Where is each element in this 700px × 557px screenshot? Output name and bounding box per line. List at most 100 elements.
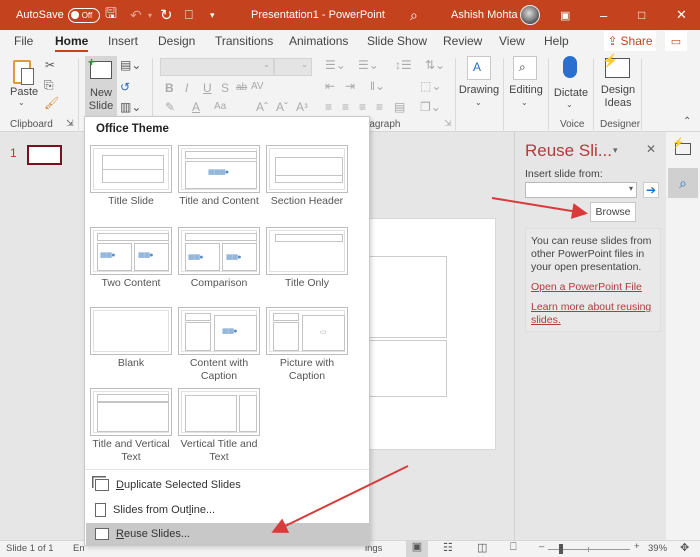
editing-button[interactable]: Editing	[505, 84, 547, 97]
paste-dropdown-icon[interactable]: ⌄	[18, 98, 25, 107]
shadow-button[interactable]: S	[221, 81, 229, 95]
zoom-slider[interactable]	[548, 544, 630, 554]
autosave-toggle[interactable]: AutoSave Off	[16, 0, 100, 30]
highlight-icon[interactable]: ✎	[165, 100, 175, 114]
undo-icon[interactable]: ↶	[130, 0, 142, 30]
design-ideas-icon[interactable]: ⚡	[602, 53, 630, 78]
layout-title-and-vertical-text[interactable]: Title and Vertical Text	[90, 388, 172, 464]
zoom-in-button[interactable]: +	[634, 541, 640, 552]
redo-icon[interactable]: ↻	[160, 0, 173, 30]
italic-button[interactable]: I	[185, 81, 188, 95]
underline-button[interactable]: U	[203, 81, 212, 95]
bullets-icon[interactable]: ☰⌄	[325, 58, 346, 72]
avatar[interactable]	[520, 0, 540, 30]
slide-canvas[interactable]: e	[348, 218, 496, 450]
maximize-icon[interactable]: □	[638, 0, 645, 30]
layout-section-header[interactable]: Section Header	[266, 145, 348, 208]
shrink-font-icon[interactable]: Aˇ	[276, 100, 288, 114]
paste-button[interactable]	[10, 58, 38, 86]
learn-more-link[interactable]: Learn more about reusing slides.	[531, 301, 655, 327]
layout-two-content[interactable]: ▦▦● ▦▦● Two Content	[90, 227, 172, 290]
insert-slide-from-input[interactable]: ▾	[525, 182, 637, 198]
bold-button[interactable]: B	[165, 81, 174, 95]
go-arrow-button[interactable]: ➔	[643, 182, 659, 198]
change-case-button[interactable]: Aa	[214, 101, 226, 112]
decrease-indent-icon[interactable]: ⇤	[325, 79, 335, 93]
align-left-icon[interactable]: ≡	[325, 100, 332, 114]
copy-icon[interactable]: ⎘	[44, 78, 54, 93]
minimize-icon[interactable]: –	[600, 0, 607, 30]
reading-view-icon[interactable]: ◫	[477, 541, 487, 554]
line-spacing-icon[interactable]: ↕☰	[395, 58, 412, 72]
font-color-icon[interactable]: A	[192, 100, 200, 114]
tab-help[interactable]: Help	[544, 34, 569, 48]
layout-content-with-caption[interactable]: ▦▦● Content with Caption	[178, 307, 260, 383]
search-icon[interactable]: ⌕	[410, 0, 418, 30]
user-name[interactable]: Ashish Mohta	[451, 0, 518, 30]
tab-animations[interactable]: Animations	[289, 34, 348, 48]
reset-icon[interactable]: ↺	[120, 80, 130, 94]
close-icon[interactable]: ✕	[676, 0, 687, 30]
text-direction-icon[interactable]: ⇅⌄	[425, 58, 445, 72]
duplicate-selected-slides-item[interactable]: Duplicate Selected Slides	[86, 474, 370, 496]
justify-icon[interactable]: ≡	[376, 100, 383, 114]
design-ideas-pane-button[interactable]: ⚡	[670, 136, 696, 162]
layout-title-slide[interactable]: Title Slide	[90, 145, 172, 208]
tab-slide-show[interactable]: Slide Show	[367, 34, 427, 48]
grow-font-icon[interactable]: Aˆ	[256, 100, 268, 114]
fit-to-window-icon[interactable]: ✥	[680, 541, 689, 554]
reuse-slides-item[interactable]: Reuse Slides...	[86, 523, 370, 545]
undo-dropdown-icon[interactable]: ▾	[148, 0, 152, 30]
center-icon[interactable]: ≡	[342, 100, 349, 114]
open-powerpoint-file-link[interactable]: Open a PowerPoint File	[531, 281, 655, 294]
character-spacing-button[interactable]: AV	[251, 81, 264, 92]
tab-design[interactable]: Design	[158, 34, 195, 48]
close-pane-icon[interactable]: ✕	[646, 142, 656, 156]
save-icon[interactable]: 🖫	[105, 0, 117, 30]
drawing-dropdown-icon[interactable]: ⌄	[475, 98, 482, 107]
dictate-button[interactable]: Dictate	[550, 87, 592, 100]
ribbon-display-icon[interactable]: ▣	[560, 0, 570, 30]
tab-file[interactable]: File	[14, 34, 33, 48]
tab-insert[interactable]: Insert	[108, 34, 138, 48]
zoom-out-button[interactable]: –	[539, 541, 544, 552]
layout-comparison[interactable]: ▦▦● ▦▦● Comparison	[178, 227, 260, 290]
increase-indent-icon[interactable]: ⇥	[345, 79, 355, 93]
strikethrough-button[interactable]: ab	[236, 82, 247, 93]
share-button[interactable]: ⇪ Share	[604, 31, 656, 51]
zoom-slider-thumb[interactable]	[559, 544, 564, 554]
collapse-ribbon-icon[interactable]: ⌃	[683, 116, 691, 127]
new-slide-button[interactable]: + New Slide ⌄	[85, 56, 117, 125]
tab-transitions[interactable]: Transitions	[215, 34, 273, 48]
language-indicator[interactable]: En	[73, 543, 85, 554]
comments-button[interactable]: ▭	[665, 31, 687, 51]
tab-home[interactable]: Home	[55, 34, 89, 52]
smartart-icon[interactable]: ❐⌄	[420, 100, 441, 114]
autosave-switch[interactable]: Off	[67, 7, 100, 23]
tab-review[interactable]: Review	[443, 34, 482, 48]
layout-title-only[interactable]: Title Only	[266, 227, 348, 290]
layout-icon[interactable]: ▤⌄	[120, 58, 141, 72]
layout-title-and-content[interactable]: ▦▦▦● Title and Content	[178, 145, 260, 208]
drawing-icon[interactable]: A	[467, 56, 491, 80]
reuse-slides-pane-button[interactable]: ⌕	[668, 168, 698, 198]
slide-thumbnail[interactable]	[27, 145, 62, 165]
section-icon[interactable]: ▥⌄	[120, 100, 141, 114]
columns-icon[interactable]: ‖⌄	[370, 79, 385, 93]
present-icon[interactable]: ⎕	[185, 0, 193, 30]
layout-blank[interactable]: Blank	[90, 307, 172, 370]
design-ideas-label-1[interactable]: Design	[598, 84, 638, 97]
format-painter-icon[interactable]: 🖌	[44, 96, 59, 110]
align-text-icon[interactable]: ⬚⌄	[420, 79, 441, 93]
slideshow-view-icon[interactable]: ⎕	[510, 541, 517, 554]
design-ideas-label-2[interactable]: Ideas	[598, 97, 638, 110]
customize-icon[interactable]: ▾	[210, 0, 215, 30]
paragraph-launcher-icon[interactable]: ⇲	[444, 118, 452, 129]
slide-sorter-icon[interactable]: ☷	[443, 541, 453, 554]
distributed-icon[interactable]: ▤	[394, 100, 405, 114]
layout-vertical-title-and-text[interactable]: Vertical Title and Text	[178, 388, 260, 464]
clipboard-launcher-icon[interactable]: ⇲	[66, 118, 74, 129]
normal-view-icon[interactable]: ▣	[406, 540, 428, 557]
clear-formatting-icon[interactable]: Aᵌ	[296, 100, 308, 114]
align-right-icon[interactable]: ≡	[359, 100, 366, 114]
